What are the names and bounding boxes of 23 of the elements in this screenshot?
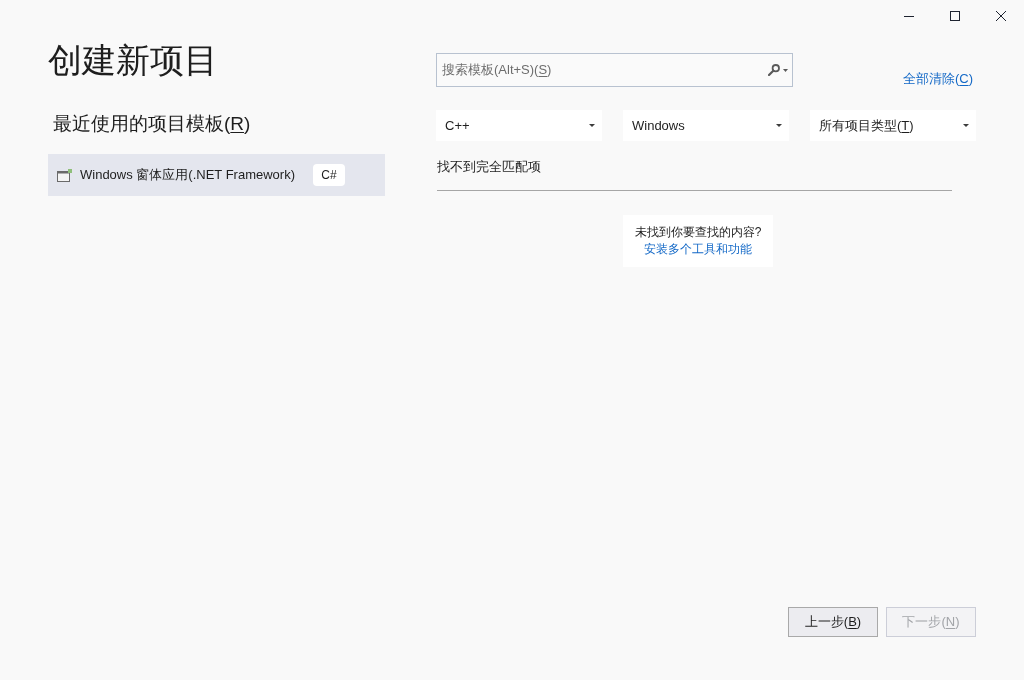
caret-icon	[589, 124, 595, 127]
page-title: 创建新项目	[48, 40, 218, 80]
no-match-message: 找不到完全匹配项	[437, 158, 541, 176]
search-icon	[768, 64, 780, 76]
section-heading: 最近使用的项目模板(R)	[53, 112, 251, 136]
filter-dropdown[interactable]: Windows	[623, 110, 789, 141]
search-field[interactable]: 搜索模板(Alt+S)(S)	[436, 53, 793, 87]
back-button[interactable]: 上一步(B)	[788, 607, 878, 637]
template-list-item[interactable]: Windows 窗体应用(.NET Framework) C#	[48, 154, 385, 196]
clear-all-link[interactable]: 全部清除(C)	[902, 70, 973, 88]
window-icon	[57, 168, 72, 182]
template-name: Windows 窗体应用(.NET Framework)	[80, 166, 295, 184]
close-icon	[996, 11, 1006, 21]
language-tag: C#	[313, 164, 345, 186]
filter-dropdown[interactable]: 所有项目类型(T)	[810, 110, 976, 141]
caret-icon	[783, 68, 788, 72]
install-tools-link[interactable]: 安装多个工具和功能	[644, 241, 752, 258]
help-question: 未找到你要查找的内容?	[634, 224, 762, 241]
minimize-icon	[904, 15, 914, 17]
maximize-icon	[950, 11, 960, 21]
caret-icon	[963, 124, 969, 127]
filter-dropdown[interactable]: C++	[436, 110, 602, 141]
caret-icon	[776, 124, 782, 127]
